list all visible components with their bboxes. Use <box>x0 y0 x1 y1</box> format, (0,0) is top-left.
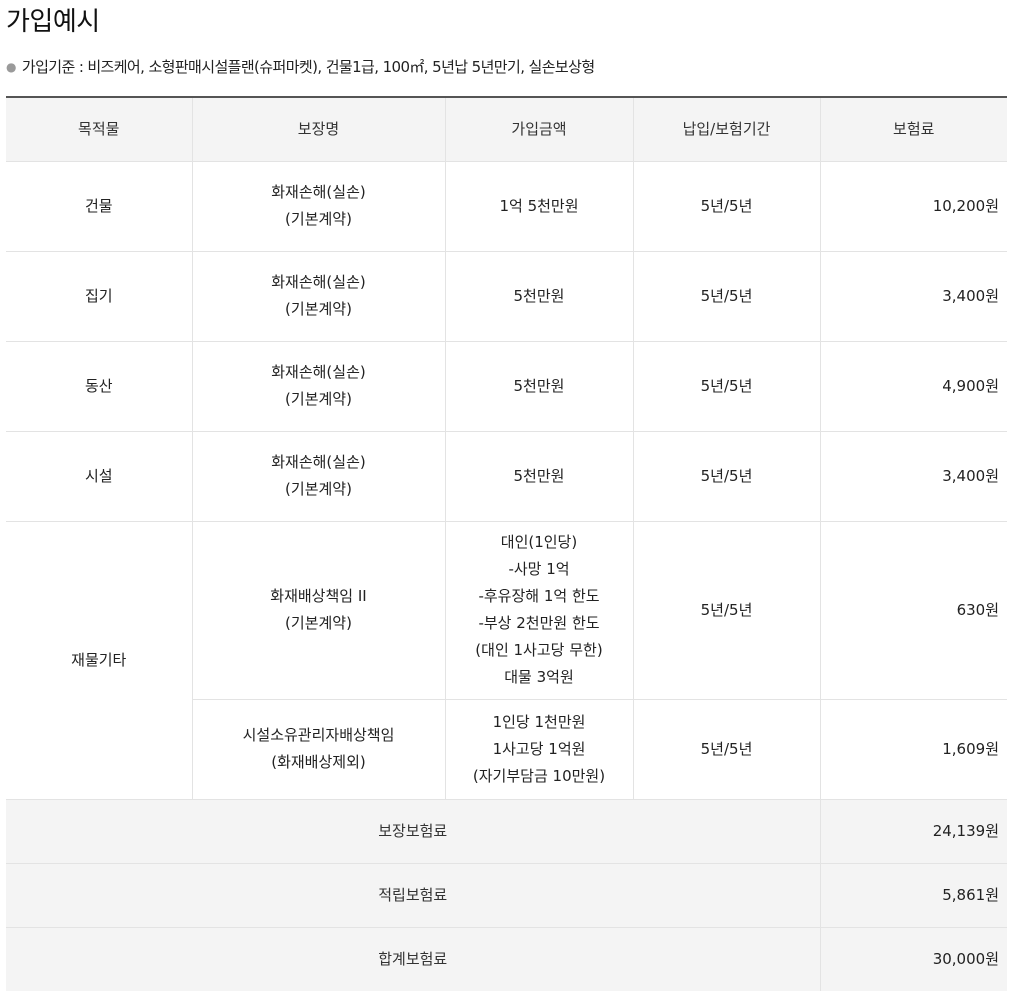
cell-premium: 630원 <box>820 521 1007 700</box>
cell-coverage: 화재손해(실손) (기본계약) <box>192 341 446 432</box>
header-amount: 가입금액 <box>445 96 634 162</box>
cell-coverage: 화재배상책임 II (기본계약) <box>192 521 446 700</box>
table-header-row: 목적물 보장명 가입금액 납입/보험기간 보험료 <box>6 96 1007 162</box>
basis-label: 가입기준 : <box>21 58 84 76</box>
basis-text: 비즈케어, 소형판매시설플랜(슈퍼마켓), 건물1급, 100㎡, 5년납 5년… <box>87 58 595 76</box>
summary-label: 합계보험료 <box>6 927 821 991</box>
cell-amount: 5천만원 <box>445 431 634 522</box>
cell-premium: 4,900원 <box>820 341 1007 432</box>
cell-coverage: 화재손해(실손) (기본계약) <box>192 161 446 252</box>
cell-target: 집기 <box>6 251 193 342</box>
cell-coverage: 화재손해(실손) (기본계약) <box>192 251 446 342</box>
cell-coverage: 화재손해(실손) (기본계약) <box>192 431 446 522</box>
header-premium: 보험료 <box>820 96 1007 162</box>
header-coverage: 보장명 <box>192 96 446 162</box>
summary-label: 보장보험료 <box>6 799 821 864</box>
table-row: 동산 화재손해(실손) (기본계약) 5천만원 5년/5년 4,900원 <box>6 341 1007 432</box>
cell-premium: 1,609원 <box>820 699 1007 800</box>
summary-row: 적립보험료 5,861원 <box>6 863 1007 928</box>
table-row: 재물기타 화재배상책임 II (기본계약) 대인(1인당) -사망 1억 -후유장… <box>6 521 1007 800</box>
cell-period: 5년/5년 <box>633 251 821 342</box>
cell-target: 시설 <box>6 431 193 522</box>
cell-period: 5년/5년 <box>633 431 821 522</box>
table-row: 건물 화재손해(실손) (기본계약) 1억 5천만원 5년/5년 10,200원 <box>6 161 1007 252</box>
cell-amount: 대인(1인당) -사망 1억 -후유장해 1억 한도 -부상 2천만원 한도 (… <box>445 521 634 700</box>
cell-period: 5년/5년 <box>633 699 821 800</box>
summary-label: 적립보험료 <box>6 863 821 928</box>
cell-amount: 1인당 1천만원 1사고당 1억원 (자기부담금 10만원) <box>445 699 634 800</box>
table-row: 집기 화재손해(실손) (기본계약) 5천만원 5년/5년 3,400원 <box>6 251 1007 342</box>
enrollment-basis: ● 가입기준 : 비즈케어, 소형판매시설플랜(슈퍼마켓), 건물1급, 100㎡,… <box>6 54 595 80</box>
table-row: 시설 화재손해(실손) (기본계약) 5천만원 5년/5년 3,400원 <box>6 431 1007 522</box>
cell-period: 5년/5년 <box>633 161 821 252</box>
header-target: 목적물 <box>6 96 193 162</box>
cell-amount: 5천만원 <box>445 251 634 342</box>
cell-premium: 3,400원 <box>820 431 1007 522</box>
cell-amount: 5천만원 <box>445 341 634 432</box>
summary-row: 보장보험료 24,139원 <box>6 799 1007 864</box>
cell-target: 건물 <box>6 161 193 252</box>
cell-target: 재물기타 <box>6 521 193 800</box>
cell-premium: 3,400원 <box>820 251 1007 342</box>
cell-amount: 1억 5천만원 <box>445 161 634 252</box>
header-period: 납입/보험기간 <box>633 96 821 162</box>
cell-target: 동산 <box>6 341 193 432</box>
cell-period: 5년/5년 <box>633 521 821 700</box>
premium-table: 목적물 보장명 가입금액 납입/보험기간 보험료 건물 화재손해(실손) (기본계… <box>6 96 1007 991</box>
cell-premium: 10,200원 <box>820 161 1007 252</box>
page: 가입예시 ● 가입기준 : 비즈케어, 소형판매시설플랜(슈퍼마켓), 건물1급, … <box>0 0 1012 991</box>
page-title: 가입예시 <box>6 7 100 37</box>
bullet-icon: ● <box>6 60 16 74</box>
cell-period: 5년/5년 <box>633 341 821 432</box>
summary-row: 합계보험료 30,000원 <box>6 927 1007 991</box>
summary-value: 30,000원 <box>820 927 1007 991</box>
cell-coverage: 시설소유관리자배상책임 (화재배상제외) <box>192 699 446 800</box>
summary-value: 5,861원 <box>820 863 1007 928</box>
summary-value: 24,139원 <box>820 799 1007 864</box>
